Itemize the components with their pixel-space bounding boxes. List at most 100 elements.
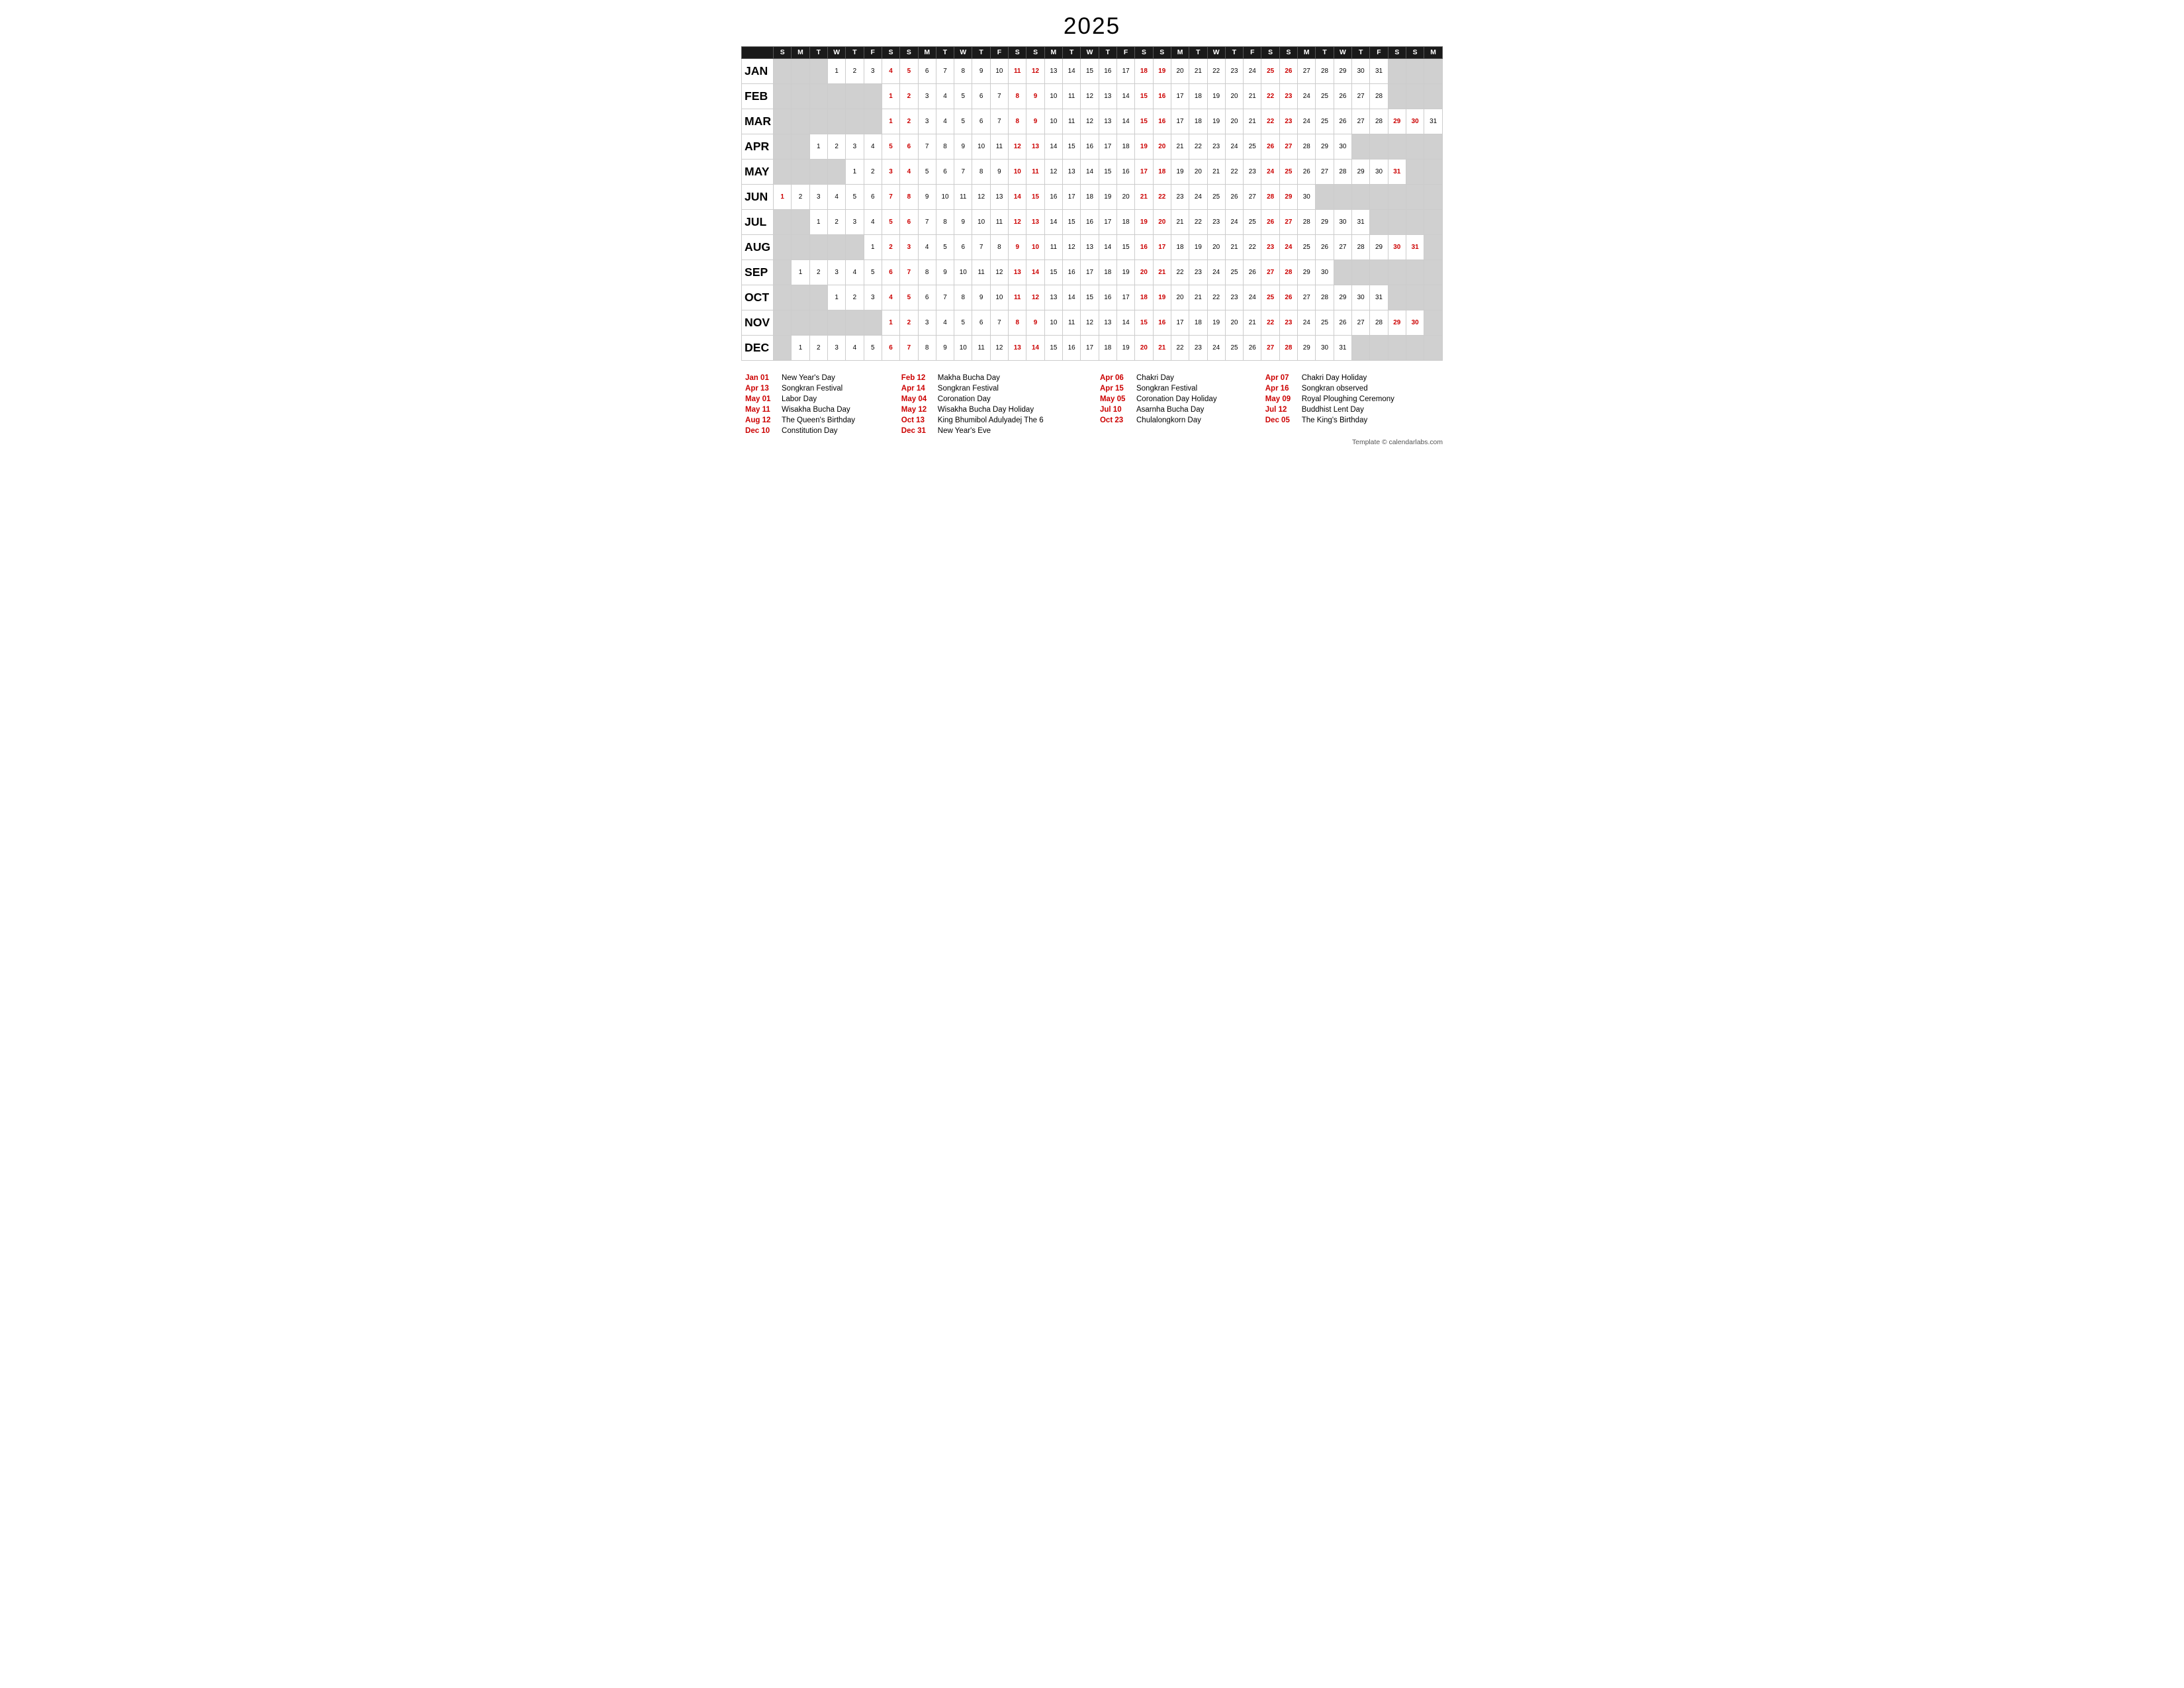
day-cell-sep-10: 10 xyxy=(954,260,972,285)
day-cell-dec-25: 25 xyxy=(1225,336,1243,361)
empty-cell xyxy=(1424,185,1443,210)
day-cell-apr-4: 4 xyxy=(864,134,882,160)
day-cell-aug-27: 27 xyxy=(1334,235,1351,260)
day-cell-nov-24: 24 xyxy=(1298,310,1316,336)
month-row-oct: OCT1234567891011121314151617181920212223… xyxy=(742,285,1443,310)
day-cell-aug-13: 13 xyxy=(1081,235,1099,260)
day-cell-feb-16: 16 xyxy=(1153,84,1171,109)
empty-cell xyxy=(1424,285,1443,310)
day-cell-mar-29: 29 xyxy=(1388,109,1406,134)
day-cell-oct-24: 24 xyxy=(1244,285,1261,310)
day-cell-jan-12: 12 xyxy=(1026,59,1044,84)
day-cell-dec-5: 5 xyxy=(864,336,882,361)
holiday-date: Dec 05 xyxy=(1261,415,1298,426)
empty-cell xyxy=(774,59,792,84)
day-cell-jan-21: 21 xyxy=(1189,59,1207,84)
day-cell-mar-3: 3 xyxy=(918,109,936,134)
empty-cell xyxy=(774,210,792,235)
day-cell-jan-5: 5 xyxy=(900,59,918,84)
holiday-row: May 01Labor DayMay 04Coronation DayMay 0… xyxy=(741,394,1443,404)
day-cell-mar-10: 10 xyxy=(1044,109,1062,134)
holiday-date: May 11 xyxy=(741,404,778,415)
empty-cell xyxy=(809,84,827,109)
day-cell-jul-19: 19 xyxy=(1135,210,1153,235)
day-cell-nov-15: 15 xyxy=(1135,310,1153,336)
header-dow-5: F xyxy=(864,47,882,59)
day-cell-mar-14: 14 xyxy=(1116,109,1134,134)
day-cell-nov-14: 14 xyxy=(1116,310,1134,336)
day-cell-may-28: 28 xyxy=(1334,160,1351,185)
empty-cell xyxy=(1388,59,1406,84)
day-cell-mar-30: 30 xyxy=(1406,109,1424,134)
day-cell-sep-2: 2 xyxy=(809,260,827,285)
day-cell-jul-15: 15 xyxy=(1063,210,1081,235)
day-cell-jun-27: 27 xyxy=(1244,185,1261,210)
day-cell-sep-12: 12 xyxy=(990,260,1008,285)
day-cell-mar-4: 4 xyxy=(936,109,954,134)
empty-cell xyxy=(1406,336,1424,361)
day-cell-mar-22: 22 xyxy=(1261,109,1279,134)
day-cell-oct-22: 22 xyxy=(1207,285,1225,310)
header-dow-8: M xyxy=(918,47,936,59)
day-cell-nov-26: 26 xyxy=(1334,310,1351,336)
day-cell-oct-26: 26 xyxy=(1279,285,1297,310)
day-cell-apr-18: 18 xyxy=(1116,134,1134,160)
holiday-name: Songkran Festival xyxy=(778,383,897,394)
day-cell-apr-12: 12 xyxy=(1009,134,1026,160)
day-cell-jan-31: 31 xyxy=(1370,59,1388,84)
day-cell-dec-1: 1 xyxy=(792,336,809,361)
holiday-date: Apr 15 xyxy=(1096,383,1132,394)
day-cell-may-14: 14 xyxy=(1081,160,1099,185)
day-cell-sep-9: 9 xyxy=(936,260,954,285)
day-cell-sep-17: 17 xyxy=(1081,260,1099,285)
day-cell-oct-11: 11 xyxy=(1009,285,1026,310)
day-cell-jan-2: 2 xyxy=(846,59,864,84)
day-cell-mar-26: 26 xyxy=(1334,109,1351,134)
day-cell-apr-27: 27 xyxy=(1279,134,1297,160)
empty-cell xyxy=(792,285,809,310)
header-dow-15: M xyxy=(1044,47,1062,59)
day-cell-oct-4: 4 xyxy=(882,285,899,310)
empty-cell xyxy=(864,84,882,109)
holiday-date: May 04 xyxy=(897,394,934,404)
month-row-mar: MAR1234567891011121314151617181920212223… xyxy=(742,109,1443,134)
day-cell-oct-28: 28 xyxy=(1316,285,1334,310)
header-dow-14: S xyxy=(1026,47,1044,59)
day-cell-may-20: 20 xyxy=(1189,160,1207,185)
day-cell-apr-23: 23 xyxy=(1207,134,1225,160)
day-cell-apr-13: 13 xyxy=(1026,134,1044,160)
day-cell-dec-6: 6 xyxy=(882,336,899,361)
day-cell-jun-28: 28 xyxy=(1261,185,1279,210)
day-cell-mar-1: 1 xyxy=(882,109,899,134)
day-cell-sep-6: 6 xyxy=(882,260,899,285)
day-cell-apr-15: 15 xyxy=(1063,134,1081,160)
day-cell-feb-4: 4 xyxy=(936,84,954,109)
day-cell-jul-20: 20 xyxy=(1153,210,1171,235)
holiday-date: Apr 13 xyxy=(741,383,778,394)
header-dow-32: T xyxy=(1352,47,1370,59)
day-cell-mar-9: 9 xyxy=(1026,109,1044,134)
day-cell-apr-25: 25 xyxy=(1244,134,1261,160)
holiday-date: May 12 xyxy=(897,404,934,415)
day-cell-jun-20: 20 xyxy=(1116,185,1134,210)
empty-cell xyxy=(1334,185,1351,210)
day-cell-aug-11: 11 xyxy=(1044,235,1062,260)
day-cell-jun-26: 26 xyxy=(1225,185,1243,210)
header-dow-34: S xyxy=(1388,47,1406,59)
day-cell-feb-2: 2 xyxy=(900,84,918,109)
empty-cell xyxy=(1388,210,1406,235)
day-cell-jan-11: 11 xyxy=(1009,59,1026,84)
day-cell-aug-25: 25 xyxy=(1298,235,1316,260)
day-cell-aug-19: 19 xyxy=(1189,235,1207,260)
day-cell-mar-7: 7 xyxy=(990,109,1008,134)
day-cell-apr-14: 14 xyxy=(1044,134,1062,160)
empty-cell xyxy=(774,260,792,285)
day-cell-nov-4: 4 xyxy=(936,310,954,336)
day-cell-may-24: 24 xyxy=(1261,160,1279,185)
day-cell-jul-31: 31 xyxy=(1352,210,1370,235)
day-cell-mar-12: 12 xyxy=(1081,109,1099,134)
day-cell-dec-26: 26 xyxy=(1244,336,1261,361)
day-cell-oct-7: 7 xyxy=(936,285,954,310)
day-cell-feb-18: 18 xyxy=(1189,84,1207,109)
day-cell-aug-2: 2 xyxy=(882,235,899,260)
